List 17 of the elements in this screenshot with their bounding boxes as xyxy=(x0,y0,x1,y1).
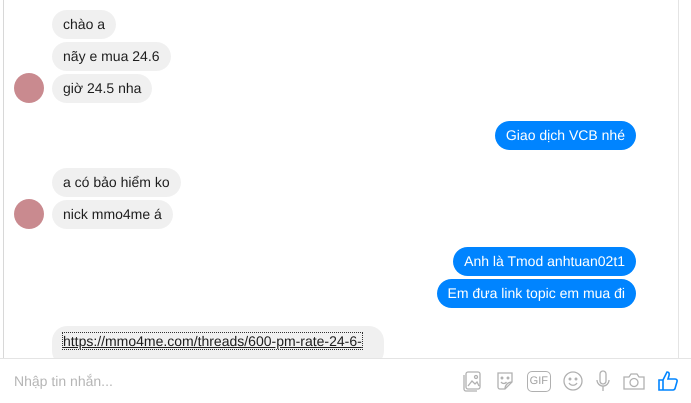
emoji-icon[interactable] xyxy=(562,370,584,392)
avatar[interactable] xyxy=(14,73,44,103)
message-bubble: a có bảo hiểm ko xyxy=(52,168,181,197)
message-bubble: chào a xyxy=(52,10,116,39)
thumbs-up-icon[interactable] xyxy=(657,370,679,392)
message-bubble: Giao dịch VCB nhé xyxy=(494,121,636,150)
message-bubble: giờ 24.5 nha xyxy=(52,74,152,103)
message-input[interactable]: Nhập tin nhắn... xyxy=(14,373,461,389)
message-bubble: nãy e mua 24.6 xyxy=(52,42,171,71)
photos-icon[interactable] xyxy=(460,370,483,392)
microphone-icon[interactable] xyxy=(595,370,611,392)
message-bubble: Em đưa link topic em mua đi xyxy=(436,279,636,308)
camera-icon[interactable] xyxy=(622,371,646,391)
avatar[interactable] xyxy=(14,199,44,229)
message-bubble: nick mmo4me á xyxy=(52,200,173,229)
message-bubble: Anh là Tmod anhtuan02t1 xyxy=(453,247,636,276)
link[interactable]: https://mmo4me.com/threads/600-pm-rate-24-6- xyxy=(63,333,362,349)
